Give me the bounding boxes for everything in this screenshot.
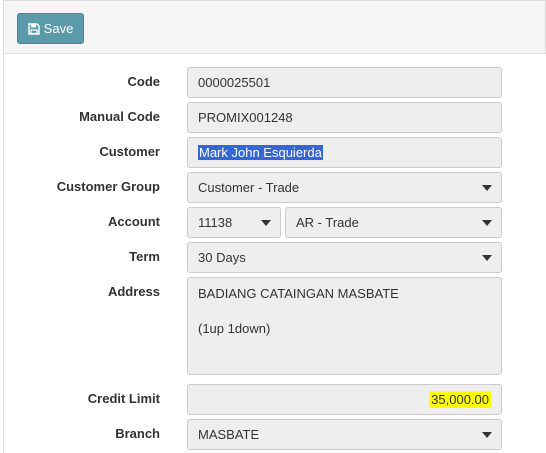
chevron-down-icon[interactable]	[473, 208, 501, 237]
manual-code-label: Manual Code	[79, 109, 160, 124]
address-textarea[interactable]: BADIANG CATAINGAN MASBATE (1up 1down)	[187, 277, 502, 375]
code-field[interactable]: 0000025501	[187, 67, 502, 98]
customer-form: Code 0000025501 Manual Code PROMIX001248…	[3, 54, 546, 453]
account-name-value: AR - Trade	[296, 215, 359, 230]
term-label: Term	[129, 249, 160, 264]
address-label: Address	[107, 284, 160, 299]
term-value: 30 Days	[198, 250, 246, 265]
chevron-down-icon[interactable]	[473, 173, 501, 202]
code-label: Code	[127, 74, 161, 89]
account-code-select[interactable]: 11138	[187, 207, 281, 238]
customer-group-select[interactable]: Customer - Trade	[187, 172, 502, 203]
customer-group-value: Customer - Trade	[198, 180, 300, 195]
customer-value: Mark John Esquierda	[198, 145, 323, 160]
chevron-down-icon[interactable]	[473, 243, 501, 272]
term-select[interactable]: 30 Days	[187, 242, 502, 273]
toolbar: Save	[3, 0, 546, 54]
chevron-down-icon[interactable]	[252, 208, 280, 237]
customer-field[interactable]: Mark John Esquierda	[187, 137, 502, 168]
save-button-label: Save	[43, 21, 74, 36]
credit-limit-value: 35,000.00	[429, 391, 491, 408]
customer-group-label: Customer Group	[56, 179, 160, 194]
branch-select[interactable]: MASBATE	[187, 419, 502, 450]
manual-code-value: PROMIX001248	[198, 110, 293, 125]
code-value: 0000025501	[198, 75, 271, 90]
customer-label: Customer	[99, 144, 160, 159]
save-button[interactable]: Save	[17, 13, 84, 44]
credit-limit-label: Credit Limit	[87, 391, 160, 406]
credit-limit-field[interactable]: 35,000.00	[187, 384, 502, 415]
account-code-value: 11138	[198, 215, 233, 230]
account-name-select[interactable]: AR - Trade	[285, 207, 502, 238]
manual-code-field[interactable]: PROMIX001248	[187, 102, 502, 133]
branch-value: MASBATE	[198, 427, 260, 442]
chevron-down-icon[interactable]	[473, 420, 501, 449]
branch-label: Branch	[115, 426, 160, 441]
floppy-disk-icon	[27, 22, 40, 35]
account-label: Account	[108, 214, 160, 229]
